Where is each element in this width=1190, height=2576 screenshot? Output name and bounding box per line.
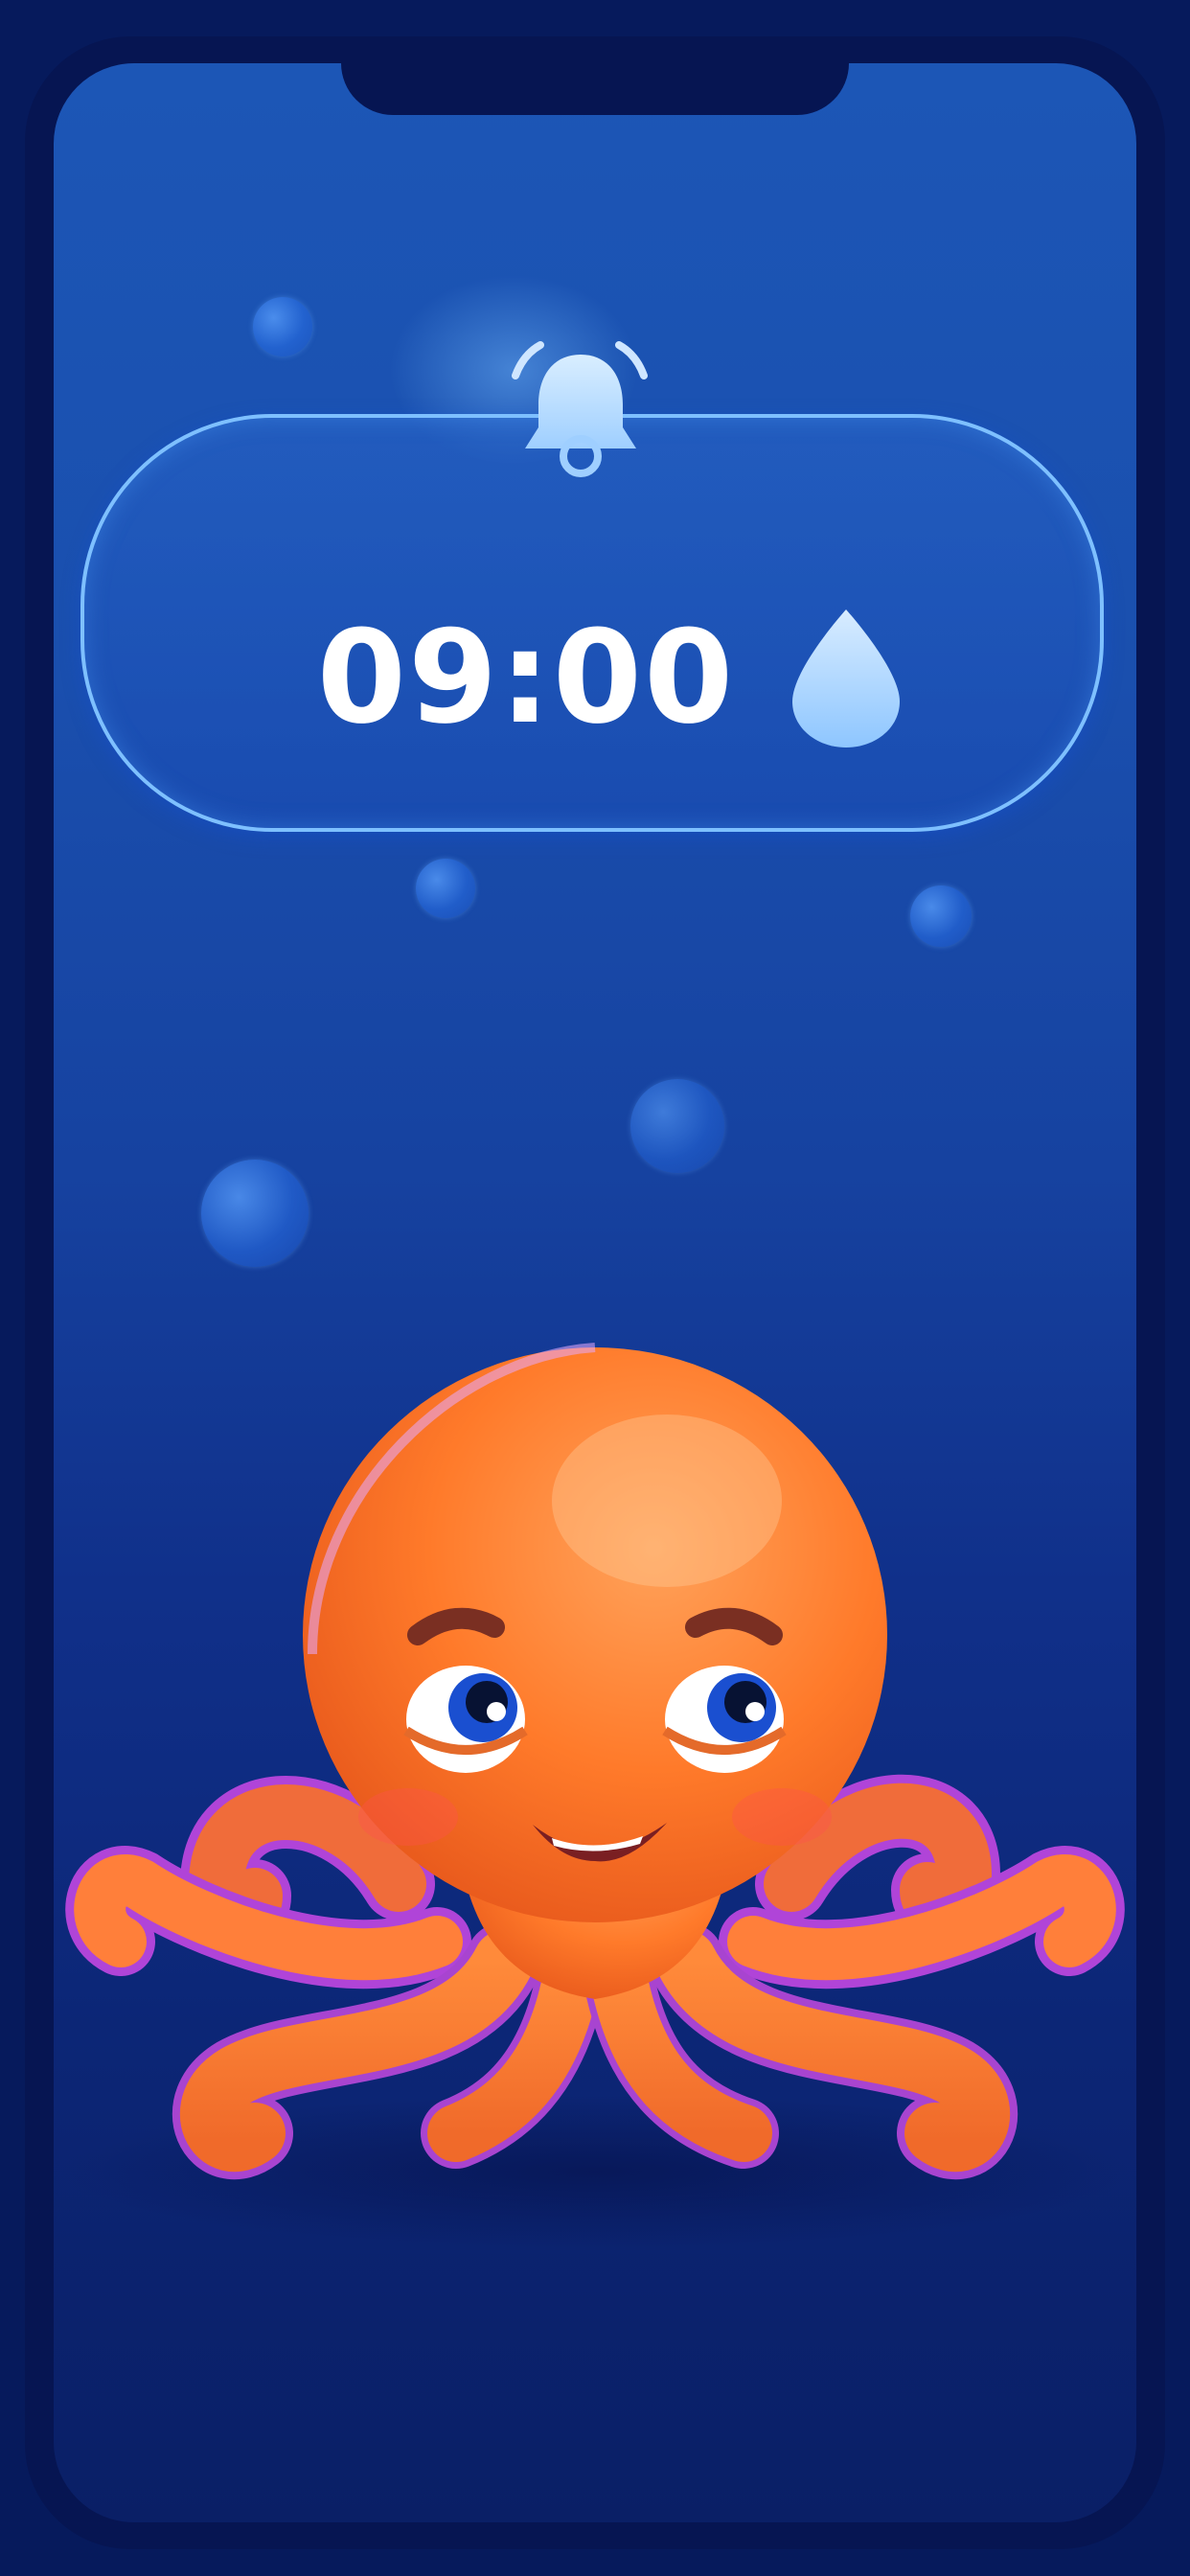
bell-icon[interactable] [494,316,667,489]
water-drop-icon [792,610,901,748]
octopus-illustration [58,1343,1132,2248]
bubble [253,297,312,356]
phone-screen: 09:00 [54,63,1136,2522]
bubble [630,1079,724,1173]
alarm-row: 09:00 [84,606,1100,749]
bubble [416,859,475,918]
device-notch [341,63,849,115]
alarm-time[interactable]: 09:00 [317,613,736,742]
bubble [910,886,972,947]
